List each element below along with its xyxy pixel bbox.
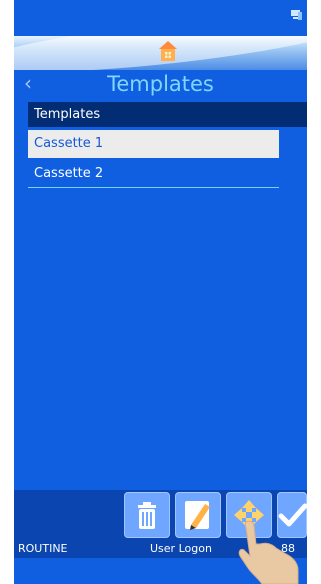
status-bar bbox=[14, 0, 307, 30]
list-item[interactable]: Cassette 2 bbox=[28, 160, 279, 188]
title-bar: ‹ Templates bbox=[14, 70, 307, 98]
mode-label: ROUTINE bbox=[18, 542, 68, 555]
edit-button[interactable] bbox=[175, 492, 221, 538]
page-title: Templates bbox=[107, 72, 214, 96]
network-icon bbox=[291, 10, 302, 20]
delete-button[interactable] bbox=[124, 492, 170, 538]
list-header: Templates bbox=[28, 102, 307, 127]
edit-icon bbox=[185, 501, 210, 530]
list-item[interactable]: Cassette 1 bbox=[28, 130, 279, 158]
screen: ‹ Templates Templates Cassette 1 Cassett… bbox=[14, 0, 307, 584]
user-logon-label[interactable]: User Logon bbox=[150, 540, 212, 558]
pointing-hand-icon bbox=[238, 520, 299, 584]
trash-icon bbox=[138, 502, 156, 529]
home-icon[interactable] bbox=[158, 40, 178, 62]
